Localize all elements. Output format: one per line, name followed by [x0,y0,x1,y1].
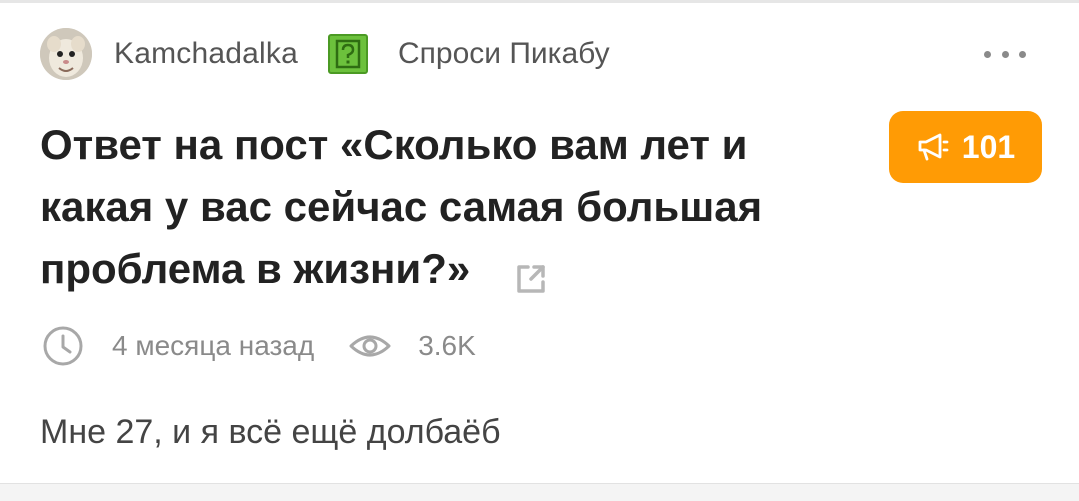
more-icon[interactable] [984,44,1026,64]
more-dot [1019,50,1026,58]
megaphone-icon [918,133,949,161]
view-count: 3.6K [418,330,476,361]
more-dot [984,50,991,58]
rating-badge[interactable]: 101 [889,111,1042,183]
post-title[interactable]: Ответ на пост «Сколько вам лет и какая у… [40,114,830,300]
eye-icon [349,335,391,357]
post-body: Мне 27, и я всё ещё долбаёб [40,413,501,451]
community-name[interactable]: Спроси Пикабу [398,37,610,71]
post-card: Kamchadalka Спроси Пикабу Ответ на пост … [0,0,1079,501]
post-time: 4 месяца назад [112,330,315,361]
question-icon[interactable] [327,34,368,74]
author-name[interactable]: Kamchadalka [114,37,298,71]
clock-icon [43,326,83,366]
post-meta: 4 месяца назад 3.6K [42,324,476,368]
share-icon[interactable] [514,251,548,293]
more-dot [1001,50,1009,58]
rating-value: 101 [961,128,1016,165]
avatar-image [40,28,92,80]
post-title-text[interactable]: Ответ на пост «Сколько вам лет и какая у… [40,121,762,292]
avatar[interactable] [40,28,92,80]
bottom-strip [0,484,1079,501]
top-divider [0,0,1079,3]
post-header: Kamchadalka Спроси Пикабу [40,28,610,80]
